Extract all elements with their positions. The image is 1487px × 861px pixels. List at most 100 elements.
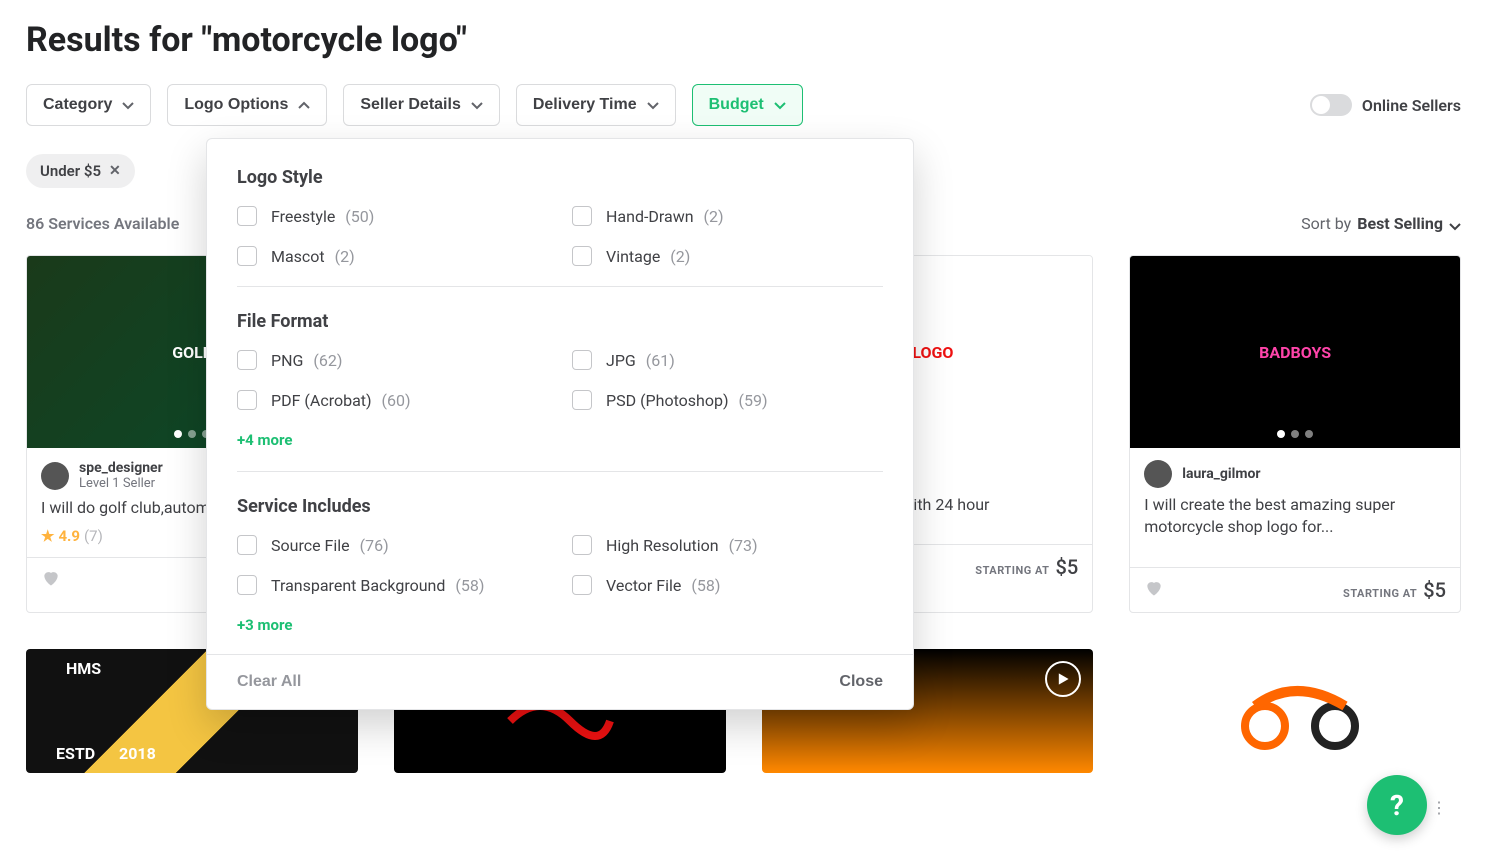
seller-avatar[interactable] (1144, 460, 1172, 488)
more-icon[interactable]: ⋮ (1431, 798, 1447, 817)
chip-under-5[interactable]: Under $5 ✕ (26, 154, 135, 188)
filter-option-label: PNG (62) (271, 351, 342, 370)
gig-thumbnail[interactable] (1129, 649, 1461, 773)
filter-option-count: (60) (382, 391, 411, 410)
filter-option-label: Transparent Background (58) (271, 576, 484, 595)
filter-option-count: (73) (729, 536, 758, 555)
chevron-up-icon (298, 99, 310, 111)
filter-option[interactable]: Transparent Background (58) (237, 575, 548, 595)
filter-section-title: File Format (237, 311, 883, 332)
checkbox[interactable] (572, 350, 592, 370)
close-icon[interactable]: ✕ (109, 163, 121, 179)
show-more-link[interactable]: +4 more (237, 431, 292, 449)
checkbox[interactable] (237, 246, 257, 266)
filter-budget[interactable]: Budget (692, 84, 803, 126)
filter-category-label: Category (43, 96, 112, 114)
filter-delivery-time-label: Delivery Time (533, 96, 637, 114)
filter-delivery-time[interactable]: Delivery Time (516, 84, 676, 126)
online-sellers-toggle-group: Online Sellers (1310, 94, 1461, 116)
checkbox[interactable] (237, 390, 257, 410)
favorite-button[interactable] (41, 568, 61, 592)
filter-option-count: (50) (345, 207, 374, 226)
help-button[interactable]: ? (1367, 775, 1427, 835)
rating-value: 4.9 (58, 527, 80, 545)
seller-name[interactable]: spe_designer (79, 460, 163, 476)
filter-section-title: Logo Style (237, 167, 883, 188)
checkbox[interactable] (572, 246, 592, 266)
gig-title[interactable]: I will create the best amazing super mot… (1130, 494, 1460, 547)
sort-value: Best Selling (1357, 214, 1443, 233)
filter-option-label: PDF (Acrobat) (60) (271, 391, 411, 410)
filter-option[interactable]: Vector File (58) (572, 575, 883, 595)
filter-option-count: (58) (455, 576, 484, 595)
checkbox[interactable] (237, 535, 257, 555)
rating-count: (7) (84, 527, 103, 545)
filter-option[interactable]: Mascot (2) (237, 246, 548, 266)
filter-option-label: PSD (Photoshop) (59) (606, 391, 768, 410)
filter-option[interactable]: PNG (62) (237, 350, 548, 370)
starting-at-label: STARTING AT (1343, 587, 1417, 600)
filter-option[interactable]: PSD (Photoshop) (59) (572, 390, 883, 410)
online-sellers-label: Online Sellers (1362, 96, 1461, 115)
gig-thumbnail[interactable]: BADBOYS (1130, 256, 1460, 448)
filter-section-title: Service Includes (237, 496, 883, 517)
filter-option[interactable]: Hand-Drawn (2) (572, 206, 883, 226)
checkbox[interactable] (572, 575, 592, 595)
filter-option-count: (61) (646, 351, 675, 370)
filter-option-label: JPG (61) (606, 351, 675, 370)
filter-option[interactable]: Vintage (2) (572, 246, 883, 266)
checkbox[interactable] (572, 206, 592, 226)
filter-option-label: Vector File (58) (606, 576, 720, 595)
chevron-down-icon (774, 99, 786, 111)
chevron-down-icon (122, 99, 134, 111)
checkbox[interactable] (572, 390, 592, 410)
thumb-text: BADBOYS (1259, 343, 1331, 362)
carousel-dots (1277, 430, 1313, 438)
filter-budget-label: Budget (709, 96, 764, 114)
filter-option[interactable]: JPG (61) (572, 350, 883, 370)
gig-card[interactable]: BADBOYS laura_gilmor I will create the bes… (1129, 255, 1461, 613)
filter-option-count: (2) (704, 207, 724, 226)
filter-option[interactable]: High Resolution (73) (572, 535, 883, 555)
chip-label: Under $5 (40, 162, 101, 180)
filter-option-count: (76) (360, 536, 389, 555)
results-count: 86 Services Available (26, 214, 179, 233)
seller-level: Level 1 Seller (79, 476, 163, 491)
filters-row: Category Logo Options Seller Details Del… (26, 84, 1461, 126)
checkbox[interactable] (237, 575, 257, 595)
play-icon[interactable] (1045, 661, 1081, 697)
price: $5 (1423, 578, 1446, 602)
price: $5 (1056, 555, 1079, 579)
filter-option-label: Source File (76) (271, 536, 389, 555)
filter-option[interactable]: PDF (Acrobat) (60) (237, 390, 548, 410)
filter-logo-options[interactable]: Logo Options (167, 84, 327, 126)
filter-option-label: Vintage (2) (606, 247, 690, 266)
seller-avatar[interactable] (41, 462, 69, 490)
show-more-link[interactable]: +3 more (237, 616, 292, 634)
filter-option-count: (2) (670, 247, 690, 266)
filter-option-count: (62) (313, 351, 342, 370)
filter-option-count: (2) (335, 247, 355, 266)
logo-options-dropdown: Logo Style Freestyle (50) Hand-Drawn (2) Ma… (206, 138, 914, 710)
checkbox[interactable] (237, 206, 257, 226)
filter-seller-details[interactable]: Seller Details (343, 84, 500, 126)
checkbox[interactable] (572, 535, 592, 555)
chevron-down-icon (471, 99, 483, 111)
carousel-dots (909, 430, 945, 438)
filter-option-label: Mascot (2) (271, 247, 355, 266)
filter-option[interactable]: Source File (76) (237, 535, 548, 555)
star-icon: ★ (41, 527, 54, 545)
chevron-down-icon (1449, 218, 1461, 230)
favorite-button[interactable] (1144, 578, 1164, 602)
sort-by-dropdown[interactable]: Sort by Best Selling (1301, 214, 1461, 233)
seller-name[interactable]: laura_gilmor (1182, 466, 1260, 482)
clear-all-button[interactable]: Clear All (237, 673, 301, 691)
online-sellers-toggle[interactable] (1310, 94, 1352, 116)
carousel-dots (174, 430, 210, 438)
checkbox[interactable] (237, 350, 257, 370)
filter-category[interactable]: Category (26, 84, 151, 126)
filter-seller-details-label: Seller Details (360, 96, 461, 114)
filter-option[interactable]: Freestyle (50) (237, 206, 548, 226)
filter-option-count: (59) (739, 391, 768, 410)
close-button[interactable]: Close (839, 673, 883, 691)
